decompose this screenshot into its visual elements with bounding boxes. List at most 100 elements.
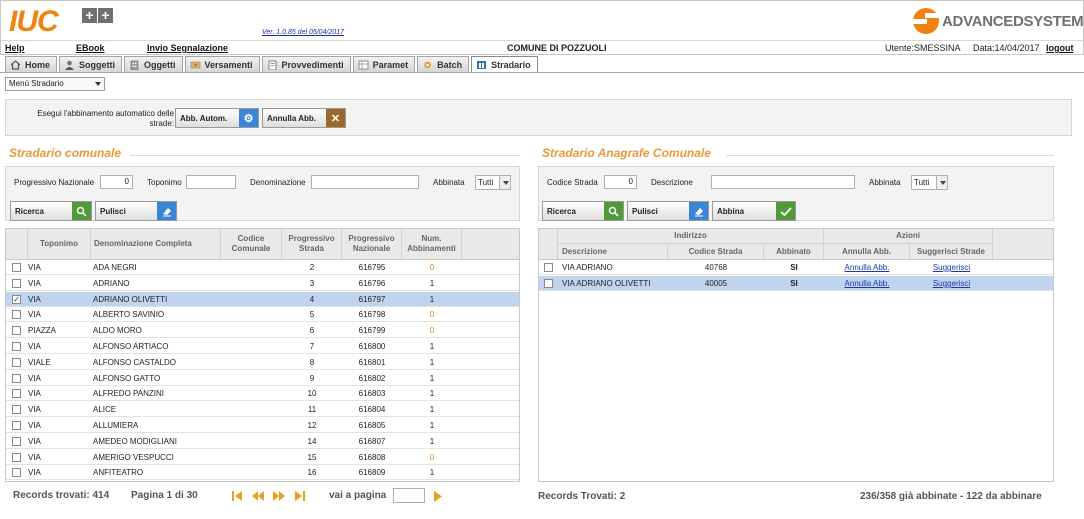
header-progressivo-nazionale[interactable]: Progressivo Nazionale: [342, 229, 402, 259]
row-checkbox[interactable]: [12, 389, 21, 399]
codice-strada-input[interactable]: 0: [604, 175, 637, 189]
right-search-button-label: Ricerca: [547, 206, 576, 216]
row-checkbox[interactable]: [12, 421, 21, 430]
menu-invio-segnalazione[interactable]: Invio Segnalazione: [147, 43, 228, 53]
version-link[interactable]: Ver. 1.0.85 del 05/04/2017: [262, 29, 344, 36]
iuc-logo: IUC: [9, 5, 59, 38]
logout-link[interactable]: logout: [1046, 43, 1074, 53]
row-checkbox[interactable]: [12, 468, 21, 478]
cell-denominazione: ADA NEGRI: [93, 263, 137, 272]
abbina-button[interactable]: Abbina: [712, 201, 796, 221]
goto-page-arrow-icon[interactable]: [433, 491, 443, 502]
advancedsystems-logo: ADVANCEDSYSTEMS: [913, 8, 1084, 34]
cell-progressivo-nazionale: 616801: [358, 357, 386, 367]
row-checkbox[interactable]: [12, 452, 21, 462]
cell-codice-strada: 40768: [704, 263, 728, 272]
annulla-abb-link[interactable]: Annulla Abb.: [824, 276, 910, 291]
header-codice-comunale[interactable]: Codice Comunale: [221, 229, 282, 259]
tab-oggetti[interactable]: Oggetti: [124, 56, 183, 72]
left-section-rule: [130, 155, 520, 156]
first-page-icon[interactable]: [231, 490, 243, 502]
right-abbinata-select-value: Tutti: [914, 178, 930, 187]
row-checkbox[interactable]: [12, 436, 21, 446]
row-checkbox[interactable]: [12, 342, 21, 351]
header-descrizione[interactable]: Descrizione: [558, 244, 668, 259]
tab-provvedimenti[interactable]: Provvedimenti: [261, 56, 351, 72]
row-checkbox[interactable]: ✓: [12, 294, 21, 304]
header-codice-strada[interactable]: Codice Strada: [668, 244, 764, 259]
menu-ebook[interactable]: EBook: [76, 43, 105, 53]
table-row[interactable]: VIA AMERIGO VESPUCCI 15 616808 0: [6, 450, 519, 465]
tab-home[interactable]: Home: [5, 56, 58, 72]
suggerisci-link[interactable]: Suggerisci: [910, 260, 993, 275]
cell-codice-strada: 40005: [704, 279, 728, 288]
table-row[interactable]: VIA ALICE 11 616804 1: [6, 402, 519, 418]
table-row[interactable]: VIA ALFREDO PANZINI 10 616803 1: [6, 386, 519, 402]
tab-batch[interactable]: Batch: [417, 56, 470, 72]
row-checkbox[interactable]: [12, 326, 21, 336]
header-abbinato[interactable]: Abbinato: [764, 244, 824, 259]
table-row[interactable]: VIA AMEDEO MODIGLIANI 14 616807 1: [6, 434, 519, 449]
tab-versamenti[interactable]: Versamenti: [184, 56, 260, 72]
suggerisci-link[interactable]: Suggerisci: [910, 276, 993, 291]
right-clear-button[interactable]: Pulisci: [627, 201, 709, 221]
table-row[interactable]: VIA ANFITEATRO 16 616809 1: [6, 465, 519, 481]
denominazione-input[interactable]: [311, 175, 419, 189]
row-checkbox[interactable]: [12, 373, 21, 383]
header-toponimo[interactable]: Toponimo: [28, 229, 91, 259]
row-checkbox[interactable]: [12, 357, 21, 367]
table-row[interactable]: VIA ALBERTO SAVINIO 5 616798 0: [6, 307, 519, 323]
row-checkbox[interactable]: [544, 263, 553, 272]
last-page-icon[interactable]: [294, 490, 306, 502]
tab-paramet-label: Paramet: [372, 59, 409, 70]
row-checkbox[interactable]: [12, 310, 21, 320]
toponimo-input[interactable]: [186, 175, 236, 189]
header-progressivo-strada[interactable]: Progressivo Strada: [282, 229, 342, 259]
next-page-icon[interactable]: [273, 490, 285, 502]
right-filter-panel: Codice Strada 0 Descrizione Abbinata Tut…: [538, 166, 1054, 221]
header-annulla-abb[interactable]: Annulla Abb.: [824, 244, 910, 259]
row-checkbox[interactable]: [12, 263, 21, 272]
header-num-abbinamenti[interactable]: Num. Abbinamenti: [402, 229, 462, 259]
table-row[interactable]: VIA ALFONSO ARTIACO 7 616800 1: [6, 339, 519, 354]
left-search-button[interactable]: Ricerca: [10, 201, 92, 221]
table-row[interactable]: VIA ALFONSO GATTO 9 616802 1: [6, 371, 519, 386]
prog-nazionale-input[interactable]: 0: [100, 175, 133, 189]
tab-stradario[interactable]: Stradario: [471, 56, 538, 72]
auto-match-button[interactable]: Abb. Autom. ⚙: [175, 108, 259, 128]
match-summary: 236/358 già abbinate - 122 da abbinare: [860, 491, 1042, 502]
annulla-abb-link[interactable]: Annulla Abb.: [824, 260, 910, 275]
right-search-button[interactable]: Ricerca: [542, 201, 624, 221]
auto-match-label: Esegui l'abbinamento automatico delle st…: [37, 109, 174, 128]
row-checkbox[interactable]: [12, 405, 21, 415]
cell-num-abbinamenti: 1: [429, 357, 435, 367]
auto-match-button-label: Abb. Autom.: [180, 113, 228, 123]
table-row[interactable]: VIA ALLUMIERA 12 616805 1: [6, 418, 519, 433]
header-denominazione[interactable]: Denominazione Completa: [91, 229, 221, 259]
table-row[interactable]: ✓ VIA ADRIANO OLIVETTI 4 616797 1: [6, 291, 519, 307]
goto-page-input[interactable]: [393, 488, 425, 503]
tab-soggetti[interactable]: Soggetti: [59, 56, 123, 72]
right-grid: Indirizzo Azioni Descrizione Codice Stra…: [538, 228, 1054, 482]
table-row[interactable]: VIALE ALFONSO CASTALDO 8 616801 1: [6, 355, 519, 370]
prev-page-icon[interactable]: [252, 490, 264, 502]
table-row[interactable]: VIA ADRIANO OLIVETTI 40005 SI Annulla Abb. S…: [539, 276, 1053, 291]
cancel-match-button[interactable]: Annulla Abb. ✕: [262, 108, 346, 128]
menu-help[interactable]: Help: [5, 43, 25, 53]
table-row[interactable]: VIA ADRIANO 3 616796 1: [6, 276, 519, 291]
table-row[interactable]: VIA ADA NEGRI 2 616795 0: [6, 260, 519, 275]
row-checkbox[interactable]: [12, 278, 21, 288]
menu-stradario-select[interactable]: Menù Stradario: [5, 77, 105, 91]
cell-toponimo: VIA: [28, 389, 41, 399]
table-row[interactable]: PIAZZA ALDO MORO 6 616799 0: [6, 323, 519, 339]
abbinata-select[interactable]: Tutti: [475, 175, 511, 190]
cell-num-abbinamenti: 1: [429, 294, 435, 304]
row-checkbox[interactable]: [544, 279, 553, 288]
right-abbinata-select[interactable]: Tutti: [911, 175, 948, 190]
cell-progressivo-strada: 14: [307, 436, 317, 446]
descrizione-input[interactable]: [711, 175, 855, 189]
tab-paramet[interactable]: Paramet: [352, 56, 416, 72]
left-clear-button[interactable]: Pulisci: [95, 201, 177, 221]
header-suggerisci-strade[interactable]: Suggerisci Strade: [910, 244, 993, 259]
table-row[interactable]: VIA ADRIANO 40768 SI Annulla Abb. Suggerisci: [539, 260, 1053, 275]
